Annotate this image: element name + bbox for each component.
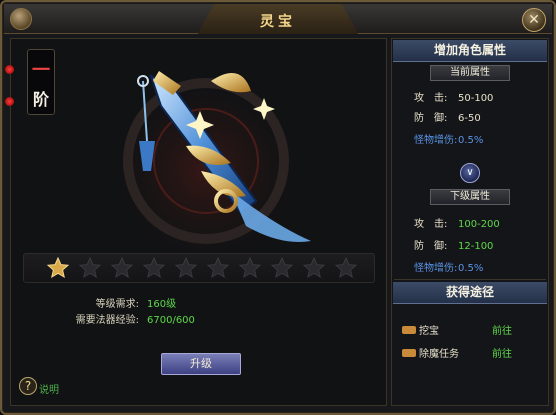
stat-value: 6-50 bbox=[458, 113, 481, 124]
lingbao-weapon-image bbox=[111, 66, 311, 251]
attributes-header: 增加角色属性 bbox=[393, 40, 547, 62]
goto-link[interactable]: 前往 bbox=[492, 345, 512, 360]
level-requirement-value: 160级 bbox=[147, 299, 177, 310]
star-empty-icon bbox=[270, 256, 294, 279]
grade-number: 一 bbox=[32, 60, 50, 81]
next-defense: 防 御: 12-100 bbox=[414, 237, 493, 252]
stat-value: 50-100 bbox=[458, 93, 494, 104]
next-attributes-title: 下级属性 bbox=[430, 189, 510, 205]
exp-requirement-label: 需要法器经验: bbox=[75, 315, 139, 326]
exp-requirement-row: 需要法器经验: 6700/600 bbox=[19, 311, 195, 326]
stat-label: 防 御: bbox=[414, 241, 448, 252]
source-item-treasure-dig: 挖宝 前往 bbox=[402, 322, 540, 337]
grade-tag: 一 阶 bbox=[27, 49, 55, 115]
red-gem-icon bbox=[5, 65, 14, 74]
star-empty-icon bbox=[206, 256, 230, 279]
level-requirement-label: 等级需求: bbox=[95, 299, 139, 310]
star-filled-icon bbox=[46, 256, 70, 279]
attributes-panel: 增加角色属性 当前属性 攻 击: 50-100 防 御: 6-50 怪物增伤:0.5… bbox=[391, 38, 549, 406]
stat-value: 0.5% bbox=[458, 263, 484, 274]
stat-value: 12-100 bbox=[458, 241, 494, 252]
close-button[interactable]: ✕ bbox=[522, 8, 546, 32]
star-empty-icon bbox=[174, 256, 198, 279]
current-defense: 防 御: 6-50 bbox=[414, 109, 481, 124]
stat-label: 防 御: bbox=[414, 113, 448, 124]
source-name: 除魔任务 bbox=[419, 349, 459, 360]
star-empty-icon bbox=[334, 256, 358, 279]
current-monster-damage: 怪物增伤:0.5% bbox=[414, 131, 483, 146]
help-icon[interactable]: ? bbox=[19, 377, 37, 395]
level-requirement-row: 等级需求: 160级 bbox=[19, 295, 176, 310]
sources-header: 获得途径 bbox=[393, 282, 547, 304]
star-rating bbox=[23, 253, 375, 283]
stat-value: 0.5% bbox=[458, 135, 484, 146]
source-name: 挖宝 bbox=[419, 326, 439, 337]
next-attack: 攻 击: 100-200 bbox=[414, 215, 500, 230]
help-link[interactable]: 说明 bbox=[39, 381, 59, 396]
star-empty-icon bbox=[110, 256, 134, 279]
current-attack: 攻 击: 50-100 bbox=[414, 89, 493, 104]
window-title: 灵宝 bbox=[260, 14, 296, 30]
divider bbox=[394, 279, 546, 280]
stat-value: 100-200 bbox=[458, 219, 500, 230]
scroll-icon bbox=[402, 348, 416, 357]
chevron-down-icon: ∨ bbox=[460, 163, 480, 183]
star-empty-icon bbox=[238, 256, 262, 279]
current-attributes-title: 当前属性 bbox=[430, 65, 510, 81]
star-empty-icon bbox=[142, 256, 166, 279]
title-bar: 灵宝 ✕ bbox=[4, 4, 552, 34]
item-display-panel: 一 阶 等级需求: 160级 需要法器经验: 6700/600 升级 ? 说明 bbox=[5, 38, 387, 406]
red-gem-icon bbox=[5, 97, 14, 106]
next-monster-damage: 怪物增伤:0.5% bbox=[414, 259, 483, 274]
upgrade-button[interactable]: 升级 bbox=[161, 353, 241, 375]
stat-label: 攻 击: bbox=[414, 219, 448, 230]
lingbao-window: 灵宝 ✕ 一 阶 等级需求: 160级 需要法器经验: 6700/600 升级 … bbox=[0, 0, 556, 415]
exp-requirement-value: 6700/600 bbox=[147, 315, 195, 326]
scroll-icon bbox=[402, 325, 416, 334]
source-item-demon-quest: 除魔任务 前往 bbox=[402, 345, 540, 360]
goto-link[interactable]: 前往 bbox=[492, 322, 512, 337]
star-empty-icon bbox=[302, 256, 326, 279]
stat-label: 攻 击: bbox=[414, 93, 448, 104]
stat-label: 怪物增伤: bbox=[414, 135, 458, 146]
stat-label: 怪物增伤: bbox=[414, 263, 458, 274]
star-empty-icon bbox=[78, 256, 102, 279]
grade-unit: 阶 bbox=[32, 90, 49, 109]
